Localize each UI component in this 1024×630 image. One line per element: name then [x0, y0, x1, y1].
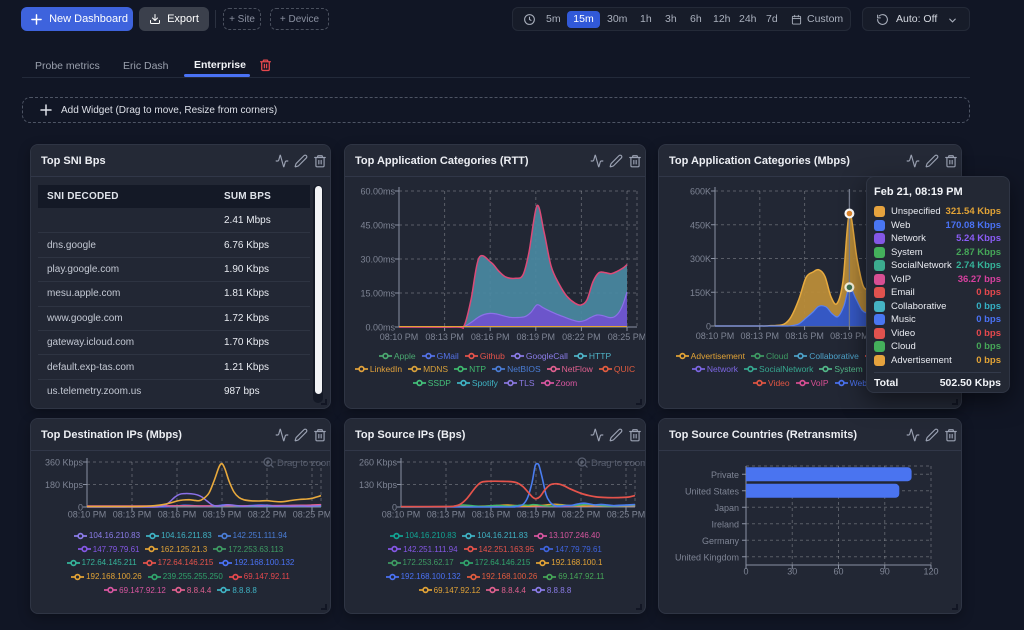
- svg-text:45.00ms: 45.00ms: [360, 221, 395, 231]
- svg-text:08:13 PM: 08:13 PM: [741, 331, 780, 341]
- svg-text:08:10 PM: 08:10 PM: [382, 510, 421, 520]
- svg-text:300K: 300K: [690, 254, 711, 264]
- svg-text:600K: 600K: [690, 187, 711, 197]
- svg-text:90: 90: [880, 567, 890, 577]
- svg-text:08:25 PM: 08:25 PM: [608, 332, 646, 342]
- svg-text:United Kingdom: United Kingdom: [675, 552, 739, 562]
- svg-text:08:16 PM: 08:16 PM: [472, 510, 511, 520]
- svg-text:United States: United States: [685, 486, 740, 496]
- svg-text:Drag to zoom: Drag to zoom: [591, 458, 646, 469]
- svg-text:30: 30: [787, 567, 797, 577]
- svg-text:08:22 PM: 08:22 PM: [562, 332, 601, 342]
- svg-text:08:22 PM: 08:22 PM: [248, 510, 287, 520]
- svg-text:360 Kbps: 360 Kbps: [45, 458, 84, 468]
- svg-text:Ireland: Ireland: [711, 519, 739, 529]
- svg-text:60: 60: [833, 567, 843, 577]
- svg-text:08:16 PM: 08:16 PM: [158, 510, 197, 520]
- svg-text:08:22 PM: 08:22 PM: [562, 510, 601, 520]
- svg-text:Germany: Germany: [702, 536, 740, 546]
- svg-text:180 Kbps: 180 Kbps: [45, 480, 84, 490]
- svg-text:08:13 PM: 08:13 PM: [425, 332, 464, 342]
- svg-text:08:19 PM: 08:19 PM: [830, 331, 869, 341]
- svg-text:08:16 PM: 08:16 PM: [471, 332, 510, 342]
- svg-text:08:13 PM: 08:13 PM: [427, 510, 466, 520]
- svg-text:08:25 PM: 08:25 PM: [607, 510, 646, 520]
- svg-text:130 Kbps: 130 Kbps: [359, 480, 398, 490]
- svg-text:08:16 PM: 08:16 PM: [785, 331, 824, 341]
- svg-text:08:19 PM: 08:19 PM: [203, 510, 242, 520]
- svg-text:08:19 PM: 08:19 PM: [517, 510, 556, 520]
- svg-text:08:10 PM: 08:10 PM: [68, 510, 107, 520]
- svg-text:08:25 PM: 08:25 PM: [293, 510, 331, 520]
- svg-text:08:10 PM: 08:10 PM: [696, 331, 735, 341]
- svg-text:Japan: Japan: [714, 503, 739, 513]
- svg-text:0: 0: [743, 567, 748, 577]
- svg-text:Drag to zoom: Drag to zoom: [277, 458, 331, 469]
- svg-text:260 Kbps: 260 Kbps: [359, 458, 398, 468]
- svg-text:08:10 PM: 08:10 PM: [380, 332, 419, 342]
- svg-text:08:13 PM: 08:13 PM: [113, 510, 152, 520]
- svg-text:60.00ms: 60.00ms: [360, 187, 395, 197]
- svg-text:450K: 450K: [690, 220, 711, 230]
- svg-text:30.00ms: 30.00ms: [360, 255, 395, 265]
- svg-text:120: 120: [923, 567, 938, 577]
- svg-text:0.00ms: 0.00ms: [365, 323, 395, 333]
- svg-text:08:19 PM: 08:19 PM: [517, 332, 556, 342]
- svg-text:15.00ms: 15.00ms: [360, 289, 395, 299]
- svg-text:150K: 150K: [690, 288, 711, 298]
- svg-text:Private: Private: [711, 470, 739, 480]
- svg-text:0: 0: [706, 322, 711, 332]
